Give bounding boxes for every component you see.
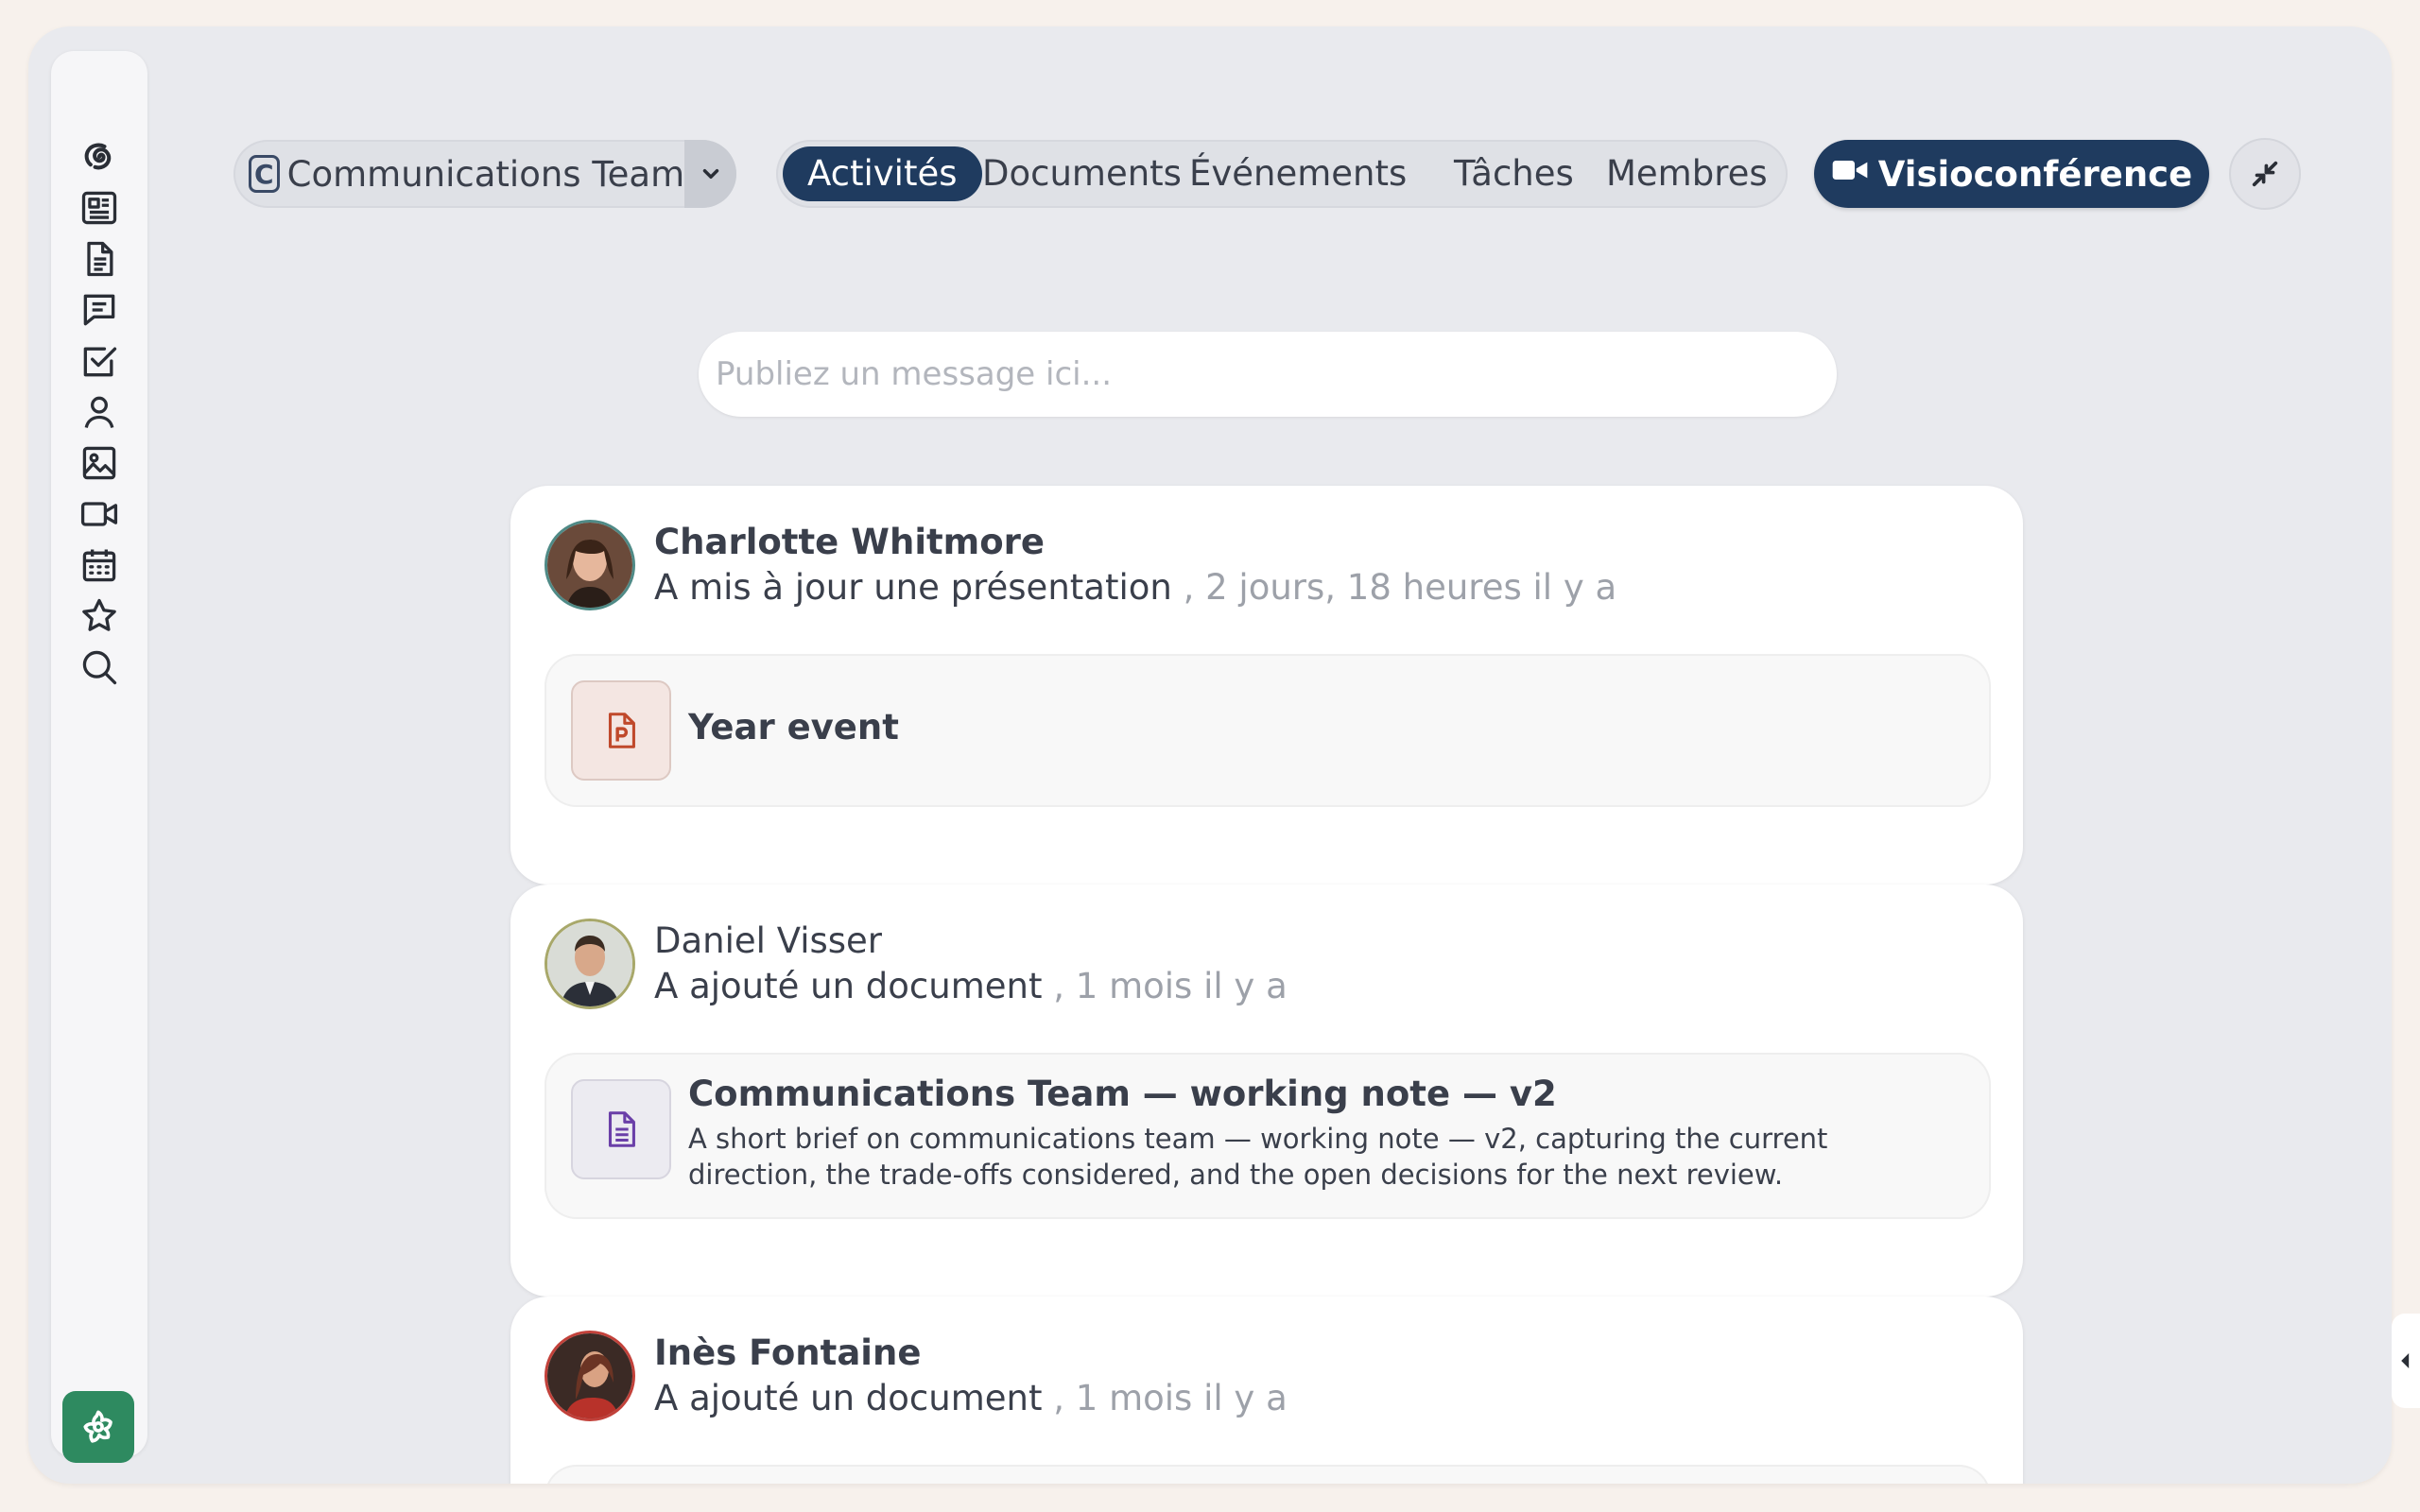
presentation-icon <box>571 680 671 781</box>
post-action: A ajouté un document <box>654 1378 1043 1418</box>
section-tabs: Activités Documents Événements Tâches Me… <box>776 140 1788 208</box>
chat-icon[interactable] <box>77 287 122 333</box>
calendar-icon[interactable] <box>77 542 122 588</box>
star-icon[interactable] <box>77 593 122 639</box>
post-time: , 1 mois il y a <box>1053 966 1288 1006</box>
tab-taches[interactable]: Tâches <box>1454 146 1574 201</box>
image-icon[interactable] <box>77 440 122 486</box>
avatar[interactable] <box>544 1331 635 1421</box>
post-action: A ajouté un document <box>654 966 1043 1006</box>
activity-card: Daniel Visser A ajouté un document , 1 m… <box>510 885 2023 1297</box>
collapse-icon[interactable] <box>2229 138 2301 210</box>
post-author[interactable]: Inès Fontaine <box>654 1332 921 1373</box>
document-icon[interactable] <box>77 236 122 282</box>
newspaper-icon[interactable] <box>77 185 122 231</box>
spiral-logo-icon[interactable] <box>77 134 122 180</box>
side-panel-toggle[interactable] <box>2392 1314 2420 1408</box>
post-author[interactable]: Daniel Visser <box>654 920 882 961</box>
post-meta: A mis à jour une présentation , 2 jours,… <box>654 567 1616 608</box>
video-camera-icon <box>1831 154 1869 195</box>
post-action: A mis à jour une présentation <box>654 567 1172 608</box>
tab-activites[interactable]: Activités <box>783 146 982 201</box>
visioconference-label: Visioconférence <box>1877 153 2193 195</box>
tab-documents[interactable]: Documents <box>982 146 1182 201</box>
post-time: , 2 jours, 18 heures il y a <box>1183 567 1617 608</box>
app-window: C Communications Team Activités Document… <box>28 26 2392 1484</box>
avatar[interactable] <box>544 520 635 610</box>
activity-card: Inès Fontaine A ajouté un document , 1 m… <box>510 1297 2023 1484</box>
attachment-description: A short brief on communications team — w… <box>688 1123 1828 1191</box>
tab-membres[interactable]: Membres <box>1606 146 1768 201</box>
video-camera-icon[interactable] <box>77 491 122 537</box>
message-composer-input[interactable] <box>699 332 1837 417</box>
text-document-icon <box>571 1079 671 1179</box>
sidebar <box>51 51 147 1463</box>
tab-evenements[interactable]: Événements <box>1189 146 1407 201</box>
post-author[interactable]: Charlotte Whitmore <box>654 522 1045 562</box>
search-icon[interactable] <box>77 644 122 690</box>
chevron-down-icon[interactable] <box>684 140 736 208</box>
settings-flower-icon[interactable] <box>62 1391 134 1463</box>
attachment-card[interactable]: Year event <box>544 654 1991 807</box>
attachment-card[interactable] <box>544 1465 1991 1484</box>
activity-card: Charlotte Whitmore A mis à jour une prés… <box>510 486 2023 885</box>
attachment-card[interactable]: Communications Team — working note — v2 … <box>544 1053 1991 1219</box>
avatar[interactable] <box>544 919 635 1009</box>
post-meta: A ajouté un document , 1 mois il y a <box>654 1378 1288 1418</box>
attachment-title: Year event <box>688 707 899 747</box>
task-checkbox-icon[interactable] <box>77 338 122 384</box>
post-meta: A ajouté un document , 1 mois il y a <box>654 966 1288 1006</box>
visioconference-button[interactable]: Visioconférence <box>1814 140 2209 208</box>
post-time: , 1 mois il y a <box>1053 1378 1288 1418</box>
team-selector[interactable]: C Communications Team <box>233 140 736 208</box>
team-badge: C <box>249 155 280 193</box>
attachment-title: Communications Team — working note — v2 <box>688 1074 1557 1114</box>
team-name: Communications Team <box>286 153 685 195</box>
user-icon[interactable] <box>77 389 122 435</box>
